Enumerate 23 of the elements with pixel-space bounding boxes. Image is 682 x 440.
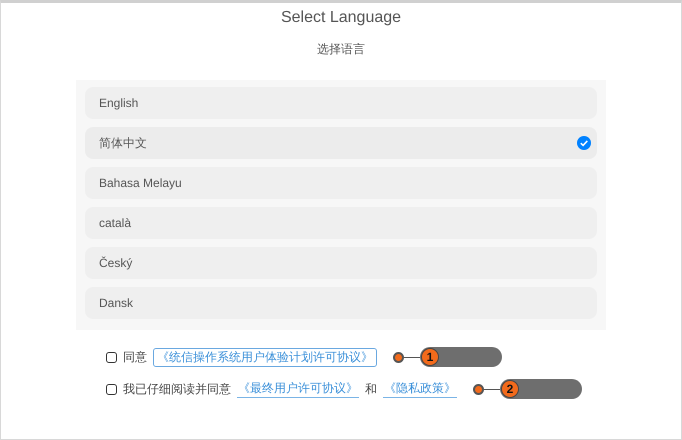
language-item[interactable]: English [85,87,597,119]
checkbox[interactable] [106,384,117,394]
callout-dot [393,352,404,362]
agreement-link[interactable]: 《隐私政策》 [383,380,457,398]
agreement-text: 和 [365,380,377,398]
agreement-link[interactable]: 《最终用户许可协议》 [237,380,359,398]
language-item[interactable]: Český [85,247,597,279]
callout-number: 1 [421,348,439,366]
language-item[interactable]: Dansk [85,287,597,319]
language-item[interactable]: català [85,207,597,239]
leader-line [404,356,420,358]
language-item[interactable]: 简体中文 [85,127,597,159]
language-item[interactable]: Bahasa Melayu [85,167,597,199]
agreement-text: 我已仔细阅读并同意 [123,380,231,398]
agreement-link[interactable]: 《统信操作系统用户体验计划许可协议》 [153,348,377,366]
callout-number: 2 [501,380,519,398]
page-subtitle: 选择语言 [317,41,365,58]
agreement-text: 同意 [123,348,147,366]
page-title: Select Language [280,9,402,27]
callout-dot [473,384,484,394]
leader-line [484,388,500,390]
checkbox[interactable] [106,352,117,362]
checkmark-icon [577,136,591,150]
